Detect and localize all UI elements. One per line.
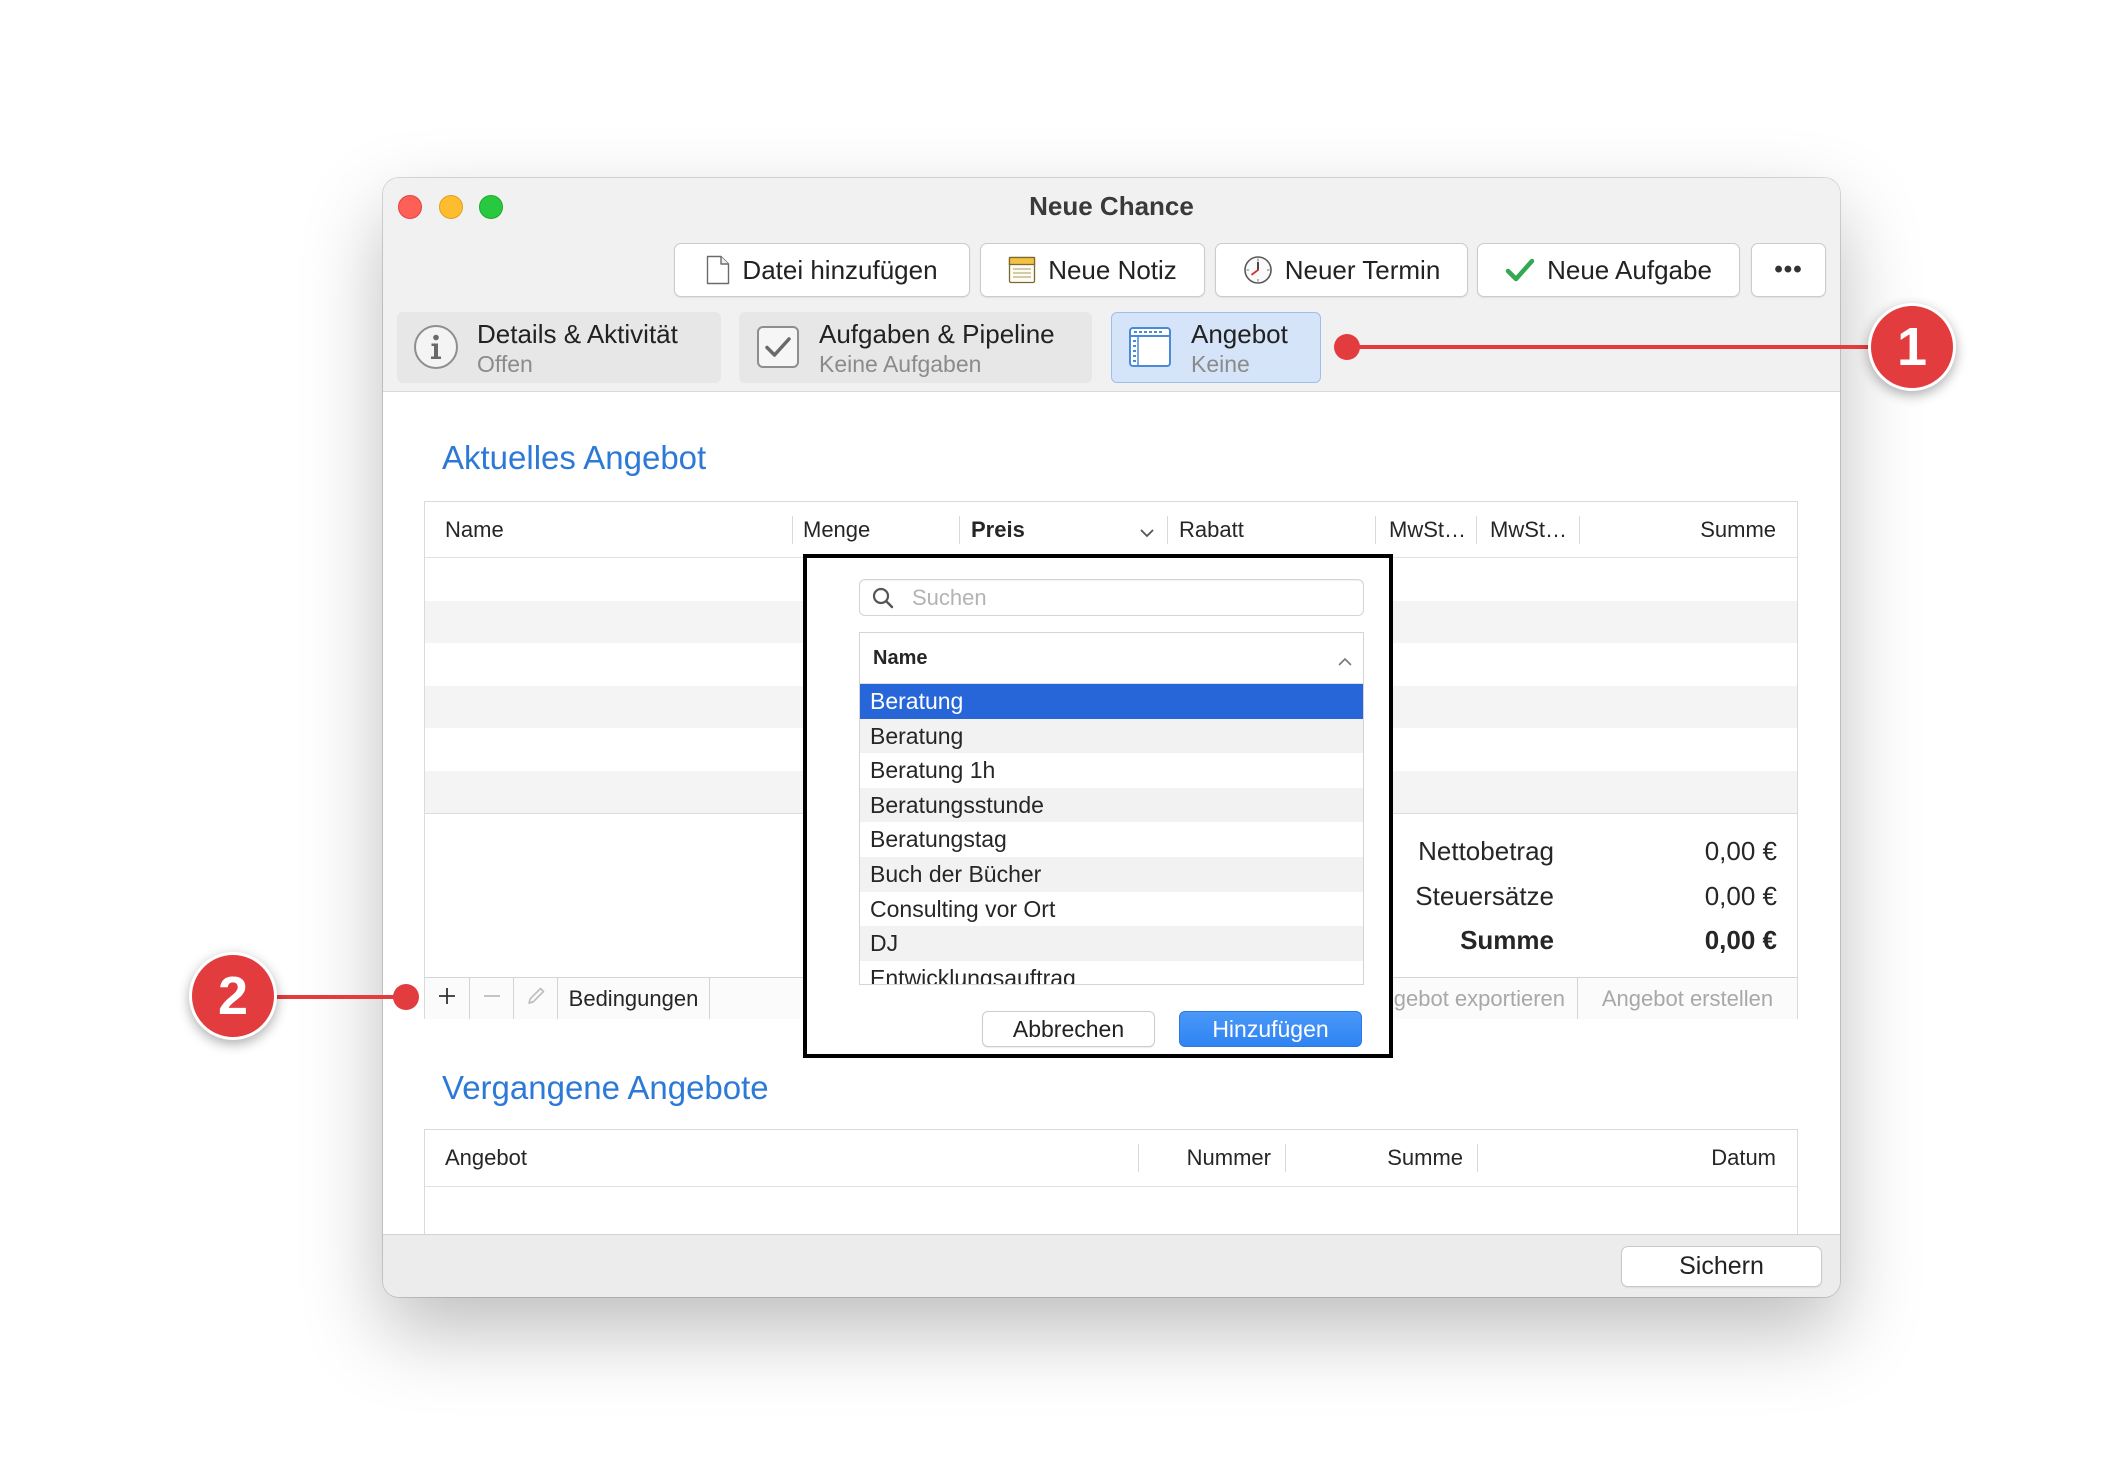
more-actions-button[interactable]: •••: [1751, 243, 1826, 297]
document-icon: [706, 255, 730, 285]
current-offer-heading: Aktuelles Angebot: [442, 439, 707, 476]
clock-icon: [1243, 255, 1273, 285]
table-header: Name Menge Preis Rabatt MwSt… MwSt… Summ…: [425, 502, 1797, 558]
past-offers-heading: Vergangene Angebote: [442, 1069, 769, 1106]
column-divider[interactable]: [792, 516, 793, 544]
product-list[interactable]: Name Beratung Beratung Beratung 1h Berat…: [859, 632, 1364, 985]
add-item-button[interactable]: [425, 978, 470, 1019]
remove-item-button[interactable]: [470, 978, 514, 1019]
edit-item-button[interactable]: [514, 978, 558, 1019]
column-total[interactable]: Summe: [1387, 1130, 1463, 1186]
callout-dot-1: [1334, 334, 1360, 360]
save-button[interactable]: Sichern: [1621, 1246, 1822, 1287]
column-price[interactable]: Preis: [971, 502, 1025, 557]
column-divider[interactable]: [1476, 516, 1477, 544]
new-task-label: Neue Aufgabe: [1547, 254, 1712, 285]
list-item[interactable]: Beratung: [860, 718, 1363, 754]
product-items: Beratung Beratung Beratung 1h Beratungss…: [860, 684, 1363, 984]
list-item[interactable]: Beratungsstunde: [860, 787, 1363, 823]
info-icon: [412, 323, 460, 371]
plus-icon: [437, 986, 457, 1012]
list-item[interactable]: Consulting vor Ort: [860, 892, 1363, 927]
list-item[interactable]: Entwicklungsauftrag: [860, 961, 1363, 984]
column-total[interactable]: Summe: [1700, 502, 1776, 557]
table-header: Angebot Nummer Summe Datum: [425, 1130, 1797, 1187]
list-item[interactable]: Beratung: [860, 684, 1363, 719]
add-file-button[interactable]: Datei hinzufügen: [674, 243, 970, 297]
create-offer-button[interactable]: Angebot erstellen: [1578, 978, 1797, 1019]
search-icon: [871, 586, 895, 610]
list-header[interactable]: Name: [860, 633, 1363, 684]
ellipsis-icon: •••: [1774, 256, 1803, 283]
window-footer: Sichern: [383, 1234, 1840, 1297]
column-date[interactable]: Datum: [1711, 1130, 1776, 1186]
callout-line-1: [1347, 345, 1870, 349]
tab-title: Details & Aktivität: [477, 319, 678, 349]
tax-rates-label: Steuersätze: [1415, 881, 1554, 911]
tab-offer[interactable]: Angebot Keine: [1111, 312, 1321, 383]
tab-subtitle: Keine: [1191, 351, 1250, 377]
tax-rates-value: 0,00 €: [1704, 881, 1777, 911]
new-appointment-button[interactable]: Neuer Termin: [1215, 243, 1468, 297]
new-appointment-label: Neuer Termin: [1284, 254, 1441, 285]
column-vat-amount[interactable]: MwSt…: [1490, 502, 1567, 557]
chevron-up-icon: [1338, 653, 1352, 671]
tab-title: Angebot: [1191, 319, 1288, 349]
offer-icon: [1126, 323, 1174, 371]
column-divider[interactable]: [1375, 516, 1376, 544]
cancel-button[interactable]: Abbrechen: [982, 1011, 1155, 1047]
column-divider[interactable]: [1477, 1144, 1478, 1172]
callout-dot-2: [393, 984, 419, 1010]
column-quantity[interactable]: Menge: [803, 502, 870, 557]
column-divider[interactable]: [1167, 516, 1168, 544]
chevron-down-icon: [1140, 525, 1154, 543]
search-input[interactable]: [859, 579, 1364, 616]
list-item[interactable]: Beratungstag: [860, 822, 1363, 857]
column-offer[interactable]: Angebot: [445, 1130, 527, 1186]
column-divider[interactable]: [959, 516, 960, 544]
list-item[interactable]: Beratung 1h: [860, 753, 1363, 788]
net-amount-label: Nettobetrag: [1418, 836, 1554, 866]
window-title: Neue Chance: [1029, 191, 1194, 221]
new-note-button[interactable]: Neue Notiz: [980, 243, 1205, 297]
add-file-label: Datei hinzufügen: [742, 254, 938, 285]
window-chrome: Neue Chance Datei hinzufügen Neue Notiz …: [383, 178, 1840, 392]
net-amount-value: 0,00 €: [1704, 836, 1777, 866]
tab-subtitle: Keine Aufgaben: [819, 351, 982, 377]
column-vat-rate[interactable]: MwSt…: [1389, 502, 1466, 557]
callout-badge-1: 1: [1868, 303, 1956, 391]
checkbox-icon: [754, 323, 802, 371]
callout-line-2: [275, 995, 406, 999]
column-discount[interactable]: Rabatt: [1179, 502, 1244, 557]
total-label: Summe: [1460, 925, 1554, 955]
note-icon: [1008, 256, 1036, 284]
tab-subtitle: Offen: [477, 351, 533, 377]
product-picker-sheet: Name Beratung Beratung Beratung 1h Berat…: [803, 554, 1393, 1058]
tab-details-activity[interactable]: Details & Aktivität Offen: [397, 312, 721, 383]
add-button[interactable]: Hinzufügen: [1179, 1011, 1362, 1047]
minus-icon: [482, 986, 502, 1012]
new-note-label: Neue Notiz: [1048, 254, 1177, 285]
checkmark-icon: [1505, 257, 1535, 283]
column-divider[interactable]: [1579, 516, 1580, 544]
total-value: 0,00 €: [1704, 925, 1777, 955]
tab-title: Aufgaben & Pipeline: [819, 319, 1055, 349]
list-item[interactable]: Buch der Bücher: [860, 856, 1363, 892]
past-offers-table: Angebot Nummer Summe Datum: [424, 1129, 1798, 1249]
column-name: Name: [873, 647, 928, 669]
pencil-icon: [525, 985, 547, 1013]
column-name[interactable]: Name: [445, 502, 504, 557]
list-item[interactable]: DJ: [860, 926, 1363, 961]
conditions-button[interactable]: Bedingungen: [558, 978, 710, 1019]
column-number[interactable]: Nummer: [1187, 1130, 1271, 1186]
column-divider[interactable]: [1285, 1144, 1286, 1172]
callout-badge-2: 2: [189, 952, 277, 1040]
new-task-button[interactable]: Neue Aufgabe: [1477, 243, 1740, 297]
column-divider[interactable]: [1138, 1144, 1139, 1172]
tab-tasks-pipeline[interactable]: Aufgaben & Pipeline Keine Aufgaben: [739, 312, 1092, 383]
